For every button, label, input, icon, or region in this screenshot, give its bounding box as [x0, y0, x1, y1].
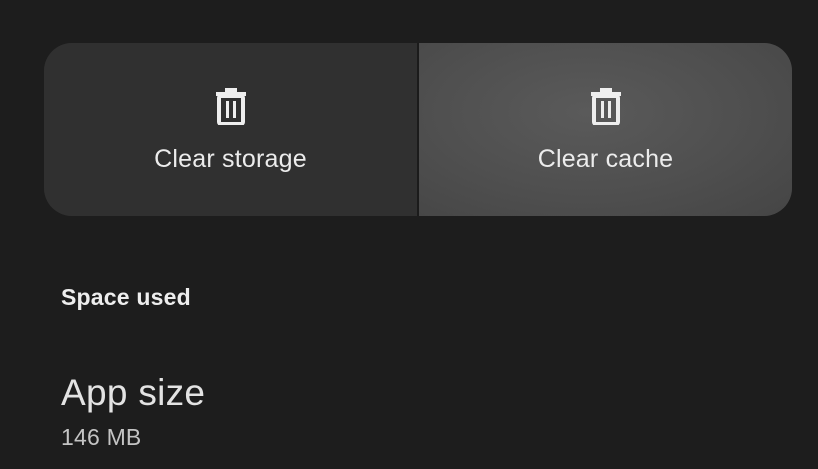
- app-size-title: App size: [61, 372, 206, 413]
- trash-icon: [590, 88, 621, 125]
- trash-icon: [215, 88, 246, 125]
- clear-cache-button[interactable]: Clear cache: [419, 43, 792, 216]
- clear-cache-label: Clear cache: [537, 145, 674, 173]
- clear-storage-button[interactable]: Clear storage: [44, 43, 417, 216]
- app-size-value: 146 MB: [61, 424, 142, 450]
- clear-storage-label: Clear storage: [154, 145, 307, 173]
- space-used-heading: Space used: [61, 284, 191, 310]
- storage-action-bar: Clear storage Clear cache: [44, 43, 792, 216]
